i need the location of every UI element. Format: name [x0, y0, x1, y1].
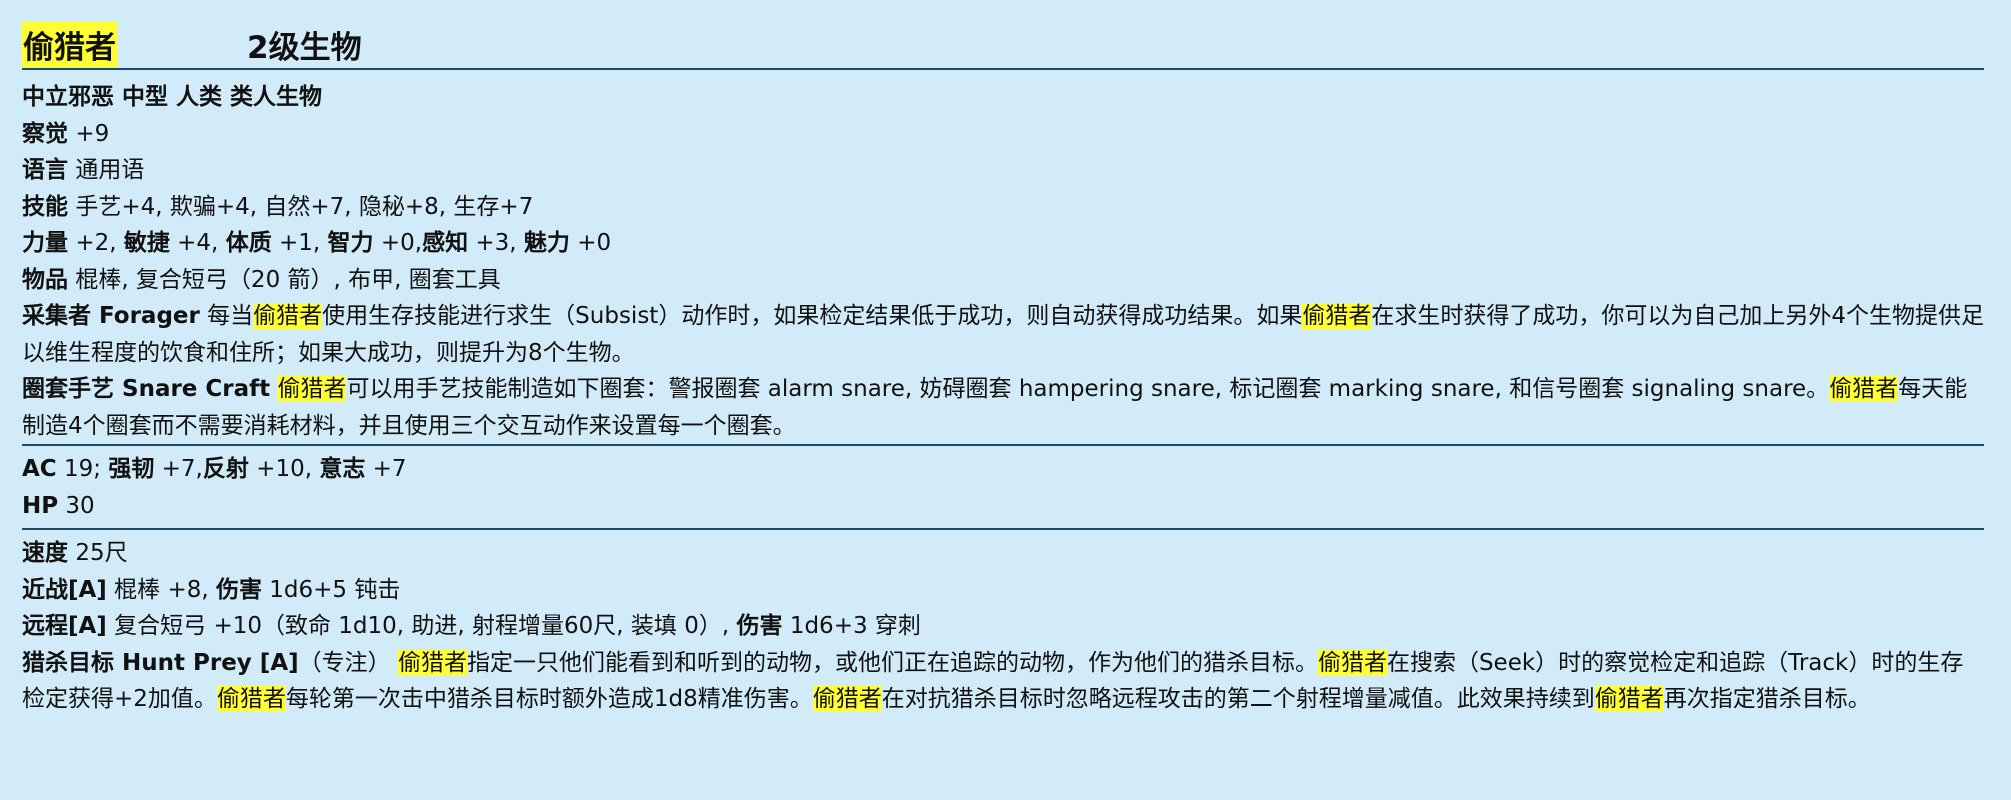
hunt-prey-text: 指定一只他们能看到和听到的动物，或他们正在追踪的动物，作为他们的猎杀目标。 — [466, 649, 1318, 676]
ranged-value: 复合短弓 +10（致命 1d10, 助进, 射程增量60尺, 装填 0）, — [114, 613, 730, 639]
wis-value: +3, — [475, 230, 517, 256]
hunt-prey-label: 猎杀目标 Hunt Prey [A] — [22, 649, 299, 676]
traits: 中立邪恶 中型 人类 类人生物 — [22, 84, 323, 110]
ranged-line: 远程[A] 复合短弓 +10（致命 1d10, 助进, 射程增量60尺, 装填 … — [22, 608, 1987, 645]
dex-label: 敏捷 — [123, 230, 170, 256]
hunt-prey-text: 在对抗猎杀目标时忽略远程攻击的第二个射程增量减值。此效果持续到 — [881, 686, 1595, 712]
melee-label: 近战[A] — [22, 576, 107, 603]
con-label: 体质 — [225, 230, 272, 256]
ranged-damage-label: 伤害 — [736, 613, 783, 639]
creature-level: 2级生物 — [247, 29, 362, 66]
forager-text: 每当 — [207, 303, 254, 329]
name-highlight: 偷猎者 — [216, 686, 286, 712]
snare-craft-label: 圈套手艺 Snare Craft — [22, 376, 271, 402]
fort-label: 强韧 — [108, 456, 155, 482]
forager-ability: 采集者 Forager 每当偷猎者使用生存技能进行求生（Subsist）动作时，… — [22, 298, 1984, 371]
defense-section: AC 19; 强韧 +7,反射 +10, 意志 +7 HP 30 — [22, 446, 1987, 528]
wis-label: 感知 — [422, 230, 469, 256]
name-highlight: 偷猎者 — [1317, 649, 1387, 676]
ref-value: +10, — [256, 456, 313, 482]
stat-block: 偷猎者 2级生物 中立邪恶 中型 人类 类人生物 察觉 +9 语言 通用语 技能… — [0, 0, 2011, 800]
creature-name: 偷猎者 — [22, 21, 117, 67]
speed-line: 速度 25尺 — [22, 535, 1987, 572]
hp-line: HP 30 — [22, 488, 1987, 525]
dex-value: +4, — [177, 230, 219, 256]
forager-label: 采集者 Forager — [22, 303, 200, 329]
perception-label: 察觉 — [22, 120, 68, 147]
hunt-prey-text: 再次指定猎杀目标。 — [1663, 686, 1871, 712]
skills-line: 技能 手艺+4, 欺骗+4, 自然+7, 隐秘+8, 生存+7 — [22, 189, 1987, 226]
speed-label: 速度 — [22, 540, 68, 566]
snare-craft-text: 可以用手艺技能制造如下圈套：警报圈套 alarm snare, 妨碍圈套 ham… — [346, 376, 1830, 402]
con-value: +1, — [279, 230, 321, 256]
name-highlight: 偷猎者 — [397, 649, 467, 676]
name-highlight: 偷猎者 — [253, 303, 323, 329]
items-line: 物品 棍棒, 复合短弓（20 箭）, 布甲, 圈套工具 — [22, 262, 1987, 299]
ac-value: 19; — [64, 456, 102, 482]
traits-line: 中立邪恶 中型 人类 类人生物 — [22, 79, 1987, 116]
hunt-prey-ability: 猎杀目标 Hunt Prey [A]（专注） 偷猎者指定一只他们能看到和听到的动… — [22, 645, 1984, 718]
melee-damage-value: 1d6+5 钝击 — [269, 576, 401, 603]
ranged-damage-value: 1d6+3 穿刺 — [789, 613, 921, 639]
melee-value: 棍棒 +8, — [114, 576, 209, 603]
forager-text: 使用生存技能进行求生（Subsist）动作时，如果检定结果低于成功，则自动获得成… — [322, 303, 1303, 329]
ranged-label: 远程[A] — [22, 613, 107, 639]
saves-line: AC 19; 强韧 +7,反射 +10, 意志 +7 — [22, 451, 1987, 488]
will-label: 意志 — [319, 456, 366, 482]
name-highlight: 偷猎者 — [277, 376, 347, 402]
ac-label: AC — [22, 456, 57, 482]
hunt-prey-text: （专注） — [298, 649, 391, 676]
name-highlight: 偷猎者 — [1302, 303, 1372, 329]
name-highlight: 偷猎者 — [1594, 686, 1664, 712]
language-line: 语言 通用语 — [22, 152, 1987, 189]
int-label: 智力 — [327, 230, 374, 256]
ability-scores-line: 力量 +2, 敏捷 +4, 体质 +1, 智力 +0,感知 +3, 魅力 +0 — [22, 225, 1987, 262]
items-label: 物品 — [22, 266, 68, 293]
will-value: +7 — [372, 456, 407, 482]
ref-label: 反射 — [202, 456, 249, 482]
language-label: 语言 — [22, 157, 68, 183]
melee-damage-label: 伤害 — [215, 576, 262, 603]
perception-value: +9 — [75, 120, 110, 147]
skills-value: 手艺+4, 欺骗+4, 自然+7, 隐秘+8, 生存+7 — [75, 193, 534, 220]
str-value: +2, — [75, 230, 117, 256]
perception-line: 察觉 +9 — [22, 116, 1987, 153]
items-value: 棍棒, 复合短弓（20 箭）, 布甲, 圈套工具 — [75, 266, 501, 293]
offense-section: 速度 25尺 近战[A] 棍棒 +8, 伤害 1d6+5 钝击 远程[A] 复合… — [22, 530, 1987, 722]
hp-value: 30 — [65, 492, 95, 519]
cha-label: 魅力 — [523, 230, 570, 256]
skills-label: 技能 — [22, 193, 68, 220]
snare-craft-ability: 圈套手艺 Snare Craft 偷猎者可以用手艺技能制造如下圈套：警报圈套 a… — [22, 371, 1984, 444]
title-row: 偷猎者 2级生物 — [22, 20, 1987, 68]
language-value: 通用语 — [75, 157, 145, 183]
int-value: +0, — [380, 230, 423, 256]
melee-line: 近战[A] 棍棒 +8, 伤害 1d6+5 钝击 — [22, 572, 1987, 609]
name-highlight: 偷猎者 — [1829, 376, 1899, 402]
name-highlight: 偷猎者 — [812, 686, 882, 712]
hunt-prey-text: 每轮第一次击中猎杀目标时额外造成1d8精准伤害。 — [285, 686, 813, 712]
str-label: 力量 — [22, 230, 68, 256]
info-section: 中立邪恶 中型 人类 类人生物 察觉 +9 语言 通用语 技能 手艺+4, 欺骗… — [22, 70, 1987, 444]
speed-value: 25尺 — [75, 540, 128, 566]
cha-value: +0 — [577, 230, 612, 256]
fort-value: +7, — [161, 456, 203, 482]
hp-label: HP — [22, 492, 59, 519]
